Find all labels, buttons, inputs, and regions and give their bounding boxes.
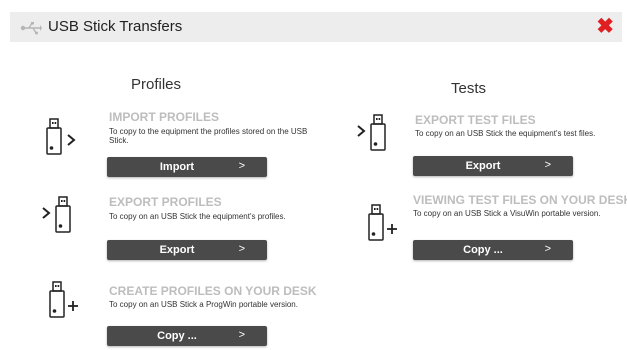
close-icon[interactable]: ✖ (596, 15, 614, 39)
chevron-right-icon: > (544, 159, 551, 171)
import-button[interactable]: Import > (107, 157, 267, 177)
chevron-right-icon: > (238, 160, 245, 172)
copy-visuwin-button-label: Copy ... (463, 244, 503, 256)
usb-icon (20, 22, 42, 35)
title-bar: USB Stick Transfers ✖ (10, 12, 622, 42)
export-test-files-title: EXPORT TEST FILES (415, 113, 536, 127)
viewing-test-files-desc: To copy on an USB Stick a VisuWin portab… (413, 209, 601, 218)
copy-progwin-button-label: Copy ... (157, 330, 197, 342)
export-profiles-title: EXPORT PROFILES (109, 195, 222, 209)
chevron-right-icon: > (238, 243, 245, 255)
create-profiles-title: CREATE PROFILES ON YOUR DESK (109, 284, 317, 298)
chevron-right-icon: > (238, 329, 245, 341)
usb-stick-plus-icon (368, 204, 397, 241)
profiles-heading: Profiles (131, 76, 182, 93)
usb-stick-import-icon (46, 118, 76, 155)
usb-stick-export-icon (42, 196, 71, 233)
chevron-right-icon: > (544, 243, 551, 255)
export-profiles-desc: To copy on an USB Stick the equipment's … (109, 212, 286, 221)
tests-heading: Tests (451, 80, 487, 97)
import-button-label: Import (159, 161, 195, 173)
copy-progwin-button[interactable]: Copy ... > (107, 326, 267, 346)
import-profiles-desc: To copy to the equipment the profiles st… (109, 127, 308, 145)
viewing-test-files-title: VIEWING TEST FILES ON YOUR DESK (413, 193, 627, 207)
export-tests-button[interactable]: Export > (413, 156, 573, 176)
copy-visuwin-button[interactable]: Copy ... > (413, 240, 573, 260)
usb-stick-export-icon (357, 114, 386, 151)
export-profiles-button[interactable]: Export > (107, 240, 267, 260)
export-test-files-desc: To copy on an USB Stick the equipment's … (415, 129, 596, 138)
export-tests-button-label: Export (465, 160, 501, 172)
export-profiles-button-label: Export (159, 244, 195, 256)
create-profiles-desc: To copy on an USB Stick a ProgWin portab… (109, 300, 298, 309)
usb-stick-plus-icon (49, 281, 78, 318)
import-profiles-title: IMPORT PROFILES (109, 110, 220, 124)
window-title: USB Stick Transfers (48, 18, 183, 35)
